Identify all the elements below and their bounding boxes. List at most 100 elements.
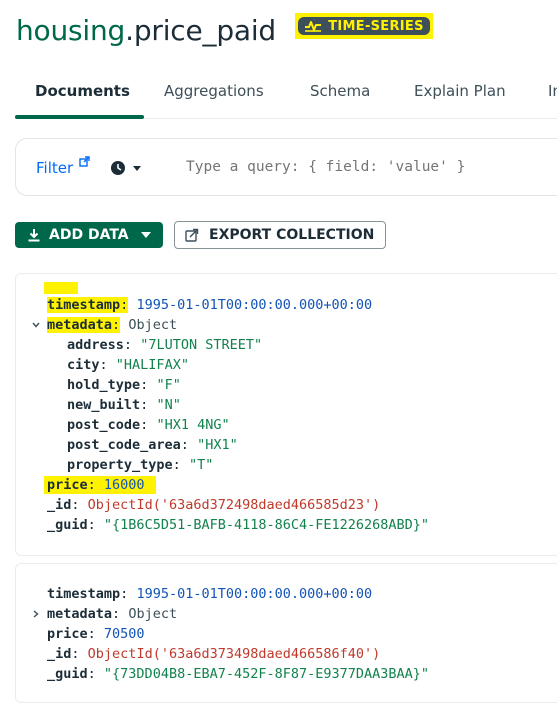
colon: : bbox=[140, 377, 149, 393]
page-title: housing.price_paid bbox=[16, 10, 276, 50]
tab-schema[interactable]: Schema bbox=[310, 82, 370, 100]
field-key: metadata bbox=[47, 317, 113, 333]
field-value: 16000 bbox=[103, 477, 145, 493]
active-tab-indicator bbox=[15, 115, 144, 119]
namespace-separator: . bbox=[125, 13, 134, 47]
document-card[interactable]: timestamp: 1995-01-01T00:00:00.000+00:00… bbox=[15, 563, 557, 703]
field-value: "HX1" bbox=[197, 437, 238, 453]
field-value: ObjectId('63a6d373498daed466586f40') bbox=[87, 646, 381, 662]
field-row-guid[interactable]: _guid: "{1B6C5D51-BAFB-4118-86C4-FE12262… bbox=[47, 516, 429, 534]
field-value: ObjectId('63a6d372498daed466585d23') bbox=[87, 497, 381, 513]
colon: : bbox=[112, 317, 121, 333]
field-value: Object bbox=[128, 606, 178, 622]
collection-name: price_paid bbox=[133, 13, 276, 47]
colon: : bbox=[140, 397, 149, 413]
colon: : bbox=[87, 477, 96, 493]
chevron-right-icon[interactable] bbox=[31, 609, 41, 619]
time-series-icon bbox=[305, 21, 322, 32]
field-value: "HALIFAX" bbox=[115, 357, 189, 373]
field-key: post_code_area bbox=[67, 437, 181, 453]
export-label: EXPORT COLLECTION bbox=[209, 227, 375, 243]
field-key: _id bbox=[47, 646, 72, 662]
field-row-post-code[interactable]: post_code: "HX1 4NG" bbox=[67, 416, 230, 434]
document-card[interactable]: timestamp: 1995-01-01T00:00:00.000+00:00… bbox=[15, 273, 557, 556]
field-key: hold_type bbox=[67, 377, 141, 393]
add-data-button[interactable]: ADD DATA bbox=[15, 222, 163, 248]
query-bar: Filter bbox=[15, 138, 557, 196]
field-row-hold-type[interactable]: hold_type: "F" bbox=[67, 376, 181, 394]
field-key: address bbox=[67, 337, 124, 353]
colon: : bbox=[87, 666, 96, 682]
field-row-metadata[interactable]: metadata: Object bbox=[47, 316, 177, 334]
add-data-label: ADD DATA bbox=[49, 227, 129, 243]
field-value: "HX1 4NG" bbox=[156, 417, 230, 433]
field-key: _guid bbox=[47, 517, 88, 533]
chevron-down-icon[interactable] bbox=[31, 320, 41, 330]
field-value: 70500 bbox=[103, 626, 145, 642]
colon: : bbox=[87, 517, 96, 533]
colon: : bbox=[180, 437, 189, 453]
field-key: timestamp bbox=[47, 297, 121, 313]
query-input[interactable] bbox=[186, 159, 556, 175]
tab-bar: Documents Aggregations Schema Explain Pl… bbox=[15, 70, 557, 119]
field-key: _id bbox=[47, 497, 72, 513]
field-value: "{73DD04B8-EBA7-452F-8F87-E9377DAA3BAA}" bbox=[103, 666, 430, 682]
badge-label: TIME-SERIES bbox=[328, 18, 424, 34]
field-value: "{1B6C5D51-BAFB-4118-86C4-FE1226268ABD}" bbox=[103, 517, 430, 533]
field-key: city bbox=[67, 357, 100, 373]
export-icon bbox=[185, 228, 199, 242]
field-key: new_built bbox=[67, 397, 141, 413]
tab-documents[interactable]: Documents bbox=[35, 82, 130, 100]
tab-indexes[interactable]: In bbox=[548, 82, 557, 100]
field-row-price[interactable]: price: 70500 bbox=[47, 625, 145, 643]
field-key: timestamp bbox=[47, 586, 121, 602]
field-row-timestamp[interactable]: timestamp: 1995-01-01T00:00:00.000+00:00 bbox=[47, 296, 372, 314]
field-key: post_code bbox=[67, 417, 141, 433]
colon: : bbox=[71, 646, 80, 662]
database-name: housing bbox=[16, 13, 126, 47]
field-row-guid[interactable]: _guid: "{73DD04B8-EBA7-452F-8F87-E9377DA… bbox=[47, 665, 429, 683]
colon: : bbox=[87, 626, 96, 642]
download-icon bbox=[28, 229, 40, 242]
tab-explain-plan[interactable]: Explain Plan bbox=[414, 82, 506, 100]
colon: : bbox=[140, 417, 149, 433]
export-collection-button[interactable]: EXPORT COLLECTION bbox=[174, 221, 386, 249]
field-value: 1995-01-01T00:00:00.000+00:00 bbox=[136, 586, 373, 602]
field-key: property_type bbox=[67, 457, 173, 473]
field-row-metadata[interactable]: metadata: Object bbox=[47, 605, 177, 623]
field-row-property-type[interactable]: property_type: "T" bbox=[67, 456, 213, 474]
field-row-price[interactable]: price: 16000 bbox=[47, 476, 145, 494]
field-key: metadata bbox=[47, 606, 113, 622]
query-history-icon[interactable] bbox=[110, 160, 146, 176]
filter-link[interactable]: Filter bbox=[36, 159, 73, 177]
chevron-down-icon bbox=[140, 232, 151, 238]
highlight-mark bbox=[44, 282, 78, 294]
tab-aggregations[interactable]: Aggregations bbox=[164, 82, 264, 100]
field-row-address[interactable]: address: "7LUTON STREET" bbox=[67, 336, 262, 354]
colon: : bbox=[71, 497, 80, 513]
field-row-id[interactable]: _id: ObjectId('63a6d373498daed466586f40'… bbox=[47, 645, 380, 663]
colon: : bbox=[120, 586, 129, 602]
field-key: price bbox=[47, 477, 88, 493]
field-value: 1995-01-01T00:00:00.000+00:00 bbox=[136, 297, 373, 313]
field-value: "N" bbox=[156, 397, 181, 413]
field-value: "T" bbox=[188, 457, 214, 473]
field-value: Object bbox=[128, 317, 178, 333]
time-series-badge: TIME-SERIES bbox=[295, 13, 433, 39]
colon: : bbox=[172, 457, 181, 473]
external-link-icon[interactable] bbox=[79, 156, 90, 167]
colon: : bbox=[120, 297, 129, 313]
colon: : bbox=[99, 357, 108, 373]
field-row-post-code-area[interactable]: post_code_area: "HX1" bbox=[67, 436, 238, 454]
namespace: housing.price_paid bbox=[16, 14, 276, 47]
field-value: "F" bbox=[156, 377, 181, 393]
field-row-new-built[interactable]: new_built: "N" bbox=[67, 396, 181, 414]
colon: : bbox=[123, 337, 133, 353]
colon: : bbox=[112, 606, 121, 622]
field-key: _guid bbox=[47, 666, 88, 682]
field-key: price bbox=[47, 626, 88, 642]
field-value: "7LUTON STREET" bbox=[140, 337, 263, 353]
field-row-timestamp[interactable]: timestamp: 1995-01-01T00:00:00.000+00:00 bbox=[47, 585, 372, 603]
field-row-city[interactable]: city: "HALIFAX" bbox=[67, 356, 189, 374]
field-row-id[interactable]: _id: ObjectId('63a6d372498daed466585d23'… bbox=[47, 496, 380, 514]
